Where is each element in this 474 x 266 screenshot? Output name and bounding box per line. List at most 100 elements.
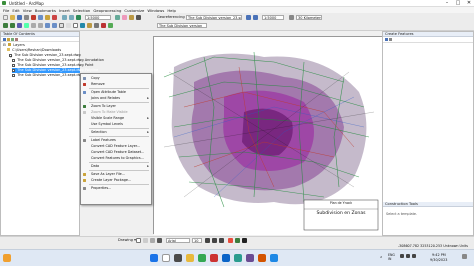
menu-bookmarks[interactable]: Bookmarks: [35, 8, 56, 13]
rotate-icon[interactable]: [143, 238, 148, 243]
menu-item-selection[interactable]: Selection ▸: [81, 130, 151, 135]
file-explorer-icon[interactable]: [186, 254, 194, 262]
map-scale-dropdown[interactable]: 1:5000: [85, 15, 111, 20]
text-icon[interactable]: [157, 238, 162, 243]
add-data-icon[interactable]: [76, 15, 81, 20]
volume-icon[interactable]: [406, 254, 410, 258]
underline-icon[interactable]: [219, 238, 224, 243]
drawing-menu-button[interactable]: Drawing ▾: [118, 238, 136, 242]
menu-item-create-layer-package[interactable]: Create Layer Package...: [81, 178, 151, 183]
menu-item-properties[interactable]: Properties...: [81, 186, 151, 191]
app-purple-icon[interactable]: [246, 254, 254, 262]
fill-color-icon[interactable]: [235, 238, 240, 243]
clear-selection-icon[interactable]: [66, 23, 71, 28]
georef-tool-icon[interactable]: [246, 15, 251, 20]
app-blue-icon[interactable]: [270, 254, 278, 262]
toolbox-icon[interactable]: [129, 15, 134, 20]
menu-item-data[interactable]: Data ▸: [81, 164, 151, 169]
font-color-icon[interactable]: [228, 238, 233, 243]
menu-item-visible-scale-range[interactable]: Visible Scale Range ▸: [81, 116, 151, 121]
list-by-visibility-icon[interactable]: [11, 37, 14, 41]
menu-edit[interactable]: Edit: [12, 8, 19, 13]
link-table-icon[interactable]: [289, 15, 294, 20]
battery-icon[interactable]: [412, 254, 416, 258]
menu-item-copy[interactable]: Copy: [81, 76, 151, 81]
menu-windows[interactable]: Windows: [147, 8, 164, 13]
new-icon[interactable]: [3, 15, 8, 20]
minimize-button[interactable]: –: [442, 0, 452, 7]
collapse-icon[interactable]: ⊟: [3, 43, 6, 47]
full-extent-icon[interactable]: [24, 23, 29, 28]
map-layout-view[interactable]: Plan de Ynock Subdivision en Zonas: [153, 36, 383, 235]
start-icon[interactable]: [150, 254, 158, 262]
pan-icon[interactable]: [17, 23, 22, 28]
menu-file[interactable]: File: [3, 8, 9, 13]
hyperlink-icon[interactable]: [101, 23, 106, 28]
font-dropdown[interactable]: Arial: [166, 238, 190, 243]
filter-icon[interactable]: [389, 38, 392, 41]
measure-icon[interactable]: [94, 23, 99, 28]
maximize-button[interactable]: □: [453, 0, 463, 7]
rectangle-icon[interactable]: [150, 238, 155, 243]
app-red-icon[interactable]: [210, 254, 218, 262]
italic-icon[interactable]: [212, 238, 217, 243]
widgets-icon[interactable]: [3, 254, 11, 262]
clock-time[interactable]: 9:42 PM: [432, 253, 446, 257]
menu-item-zoom-to-make-visible[interactable]: Zoom To Make Visible: [81, 110, 151, 115]
select-elements-icon[interactable]: [73, 23, 78, 28]
layer-visibility-checkbox[interactable]: [12, 73, 15, 77]
redo-icon[interactable]: [69, 15, 74, 20]
scale-dropdown[interactable]: 1:5000: [262, 15, 284, 20]
menu-item-convert-cad-layer[interactable]: Convert CAD Feature Layer...: [81, 144, 151, 149]
find-icon[interactable]: [87, 23, 92, 28]
identify-icon[interactable]: [80, 23, 85, 28]
menu-item-zoom-to-layer[interactable]: Zoom To Layer: [81, 104, 151, 109]
menu-insert[interactable]: Insert: [59, 8, 70, 13]
list-by-drawing-order-icon[interactable]: [3, 37, 6, 41]
print-icon[interactable]: [24, 15, 29, 20]
paste-icon[interactable]: [45, 15, 50, 20]
bold-icon[interactable]: [205, 238, 210, 243]
fixed-zoom-in-icon[interactable]: [31, 23, 36, 28]
menu-view[interactable]: View: [23, 8, 32, 13]
line-color-icon[interactable]: [242, 238, 247, 243]
language-indicator[interactable]: ENG IN: [388, 253, 395, 261]
search-icon[interactable]: [162, 254, 170, 262]
layer-visibility-checkbox[interactable]: [12, 68, 15, 72]
layer-dropdown-2[interactable]: The Sub Division version: [157, 23, 207, 28]
forward-extent-icon[interactable]: [52, 23, 57, 28]
layer-visibility-checkbox[interactable]: ✓: [9, 53, 13, 59]
wifi-icon[interactable]: [400, 254, 404, 258]
select-features-icon[interactable]: [59, 23, 64, 28]
python-icon[interactable]: [136, 15, 141, 20]
zoom-in-icon[interactable]: [3, 23, 8, 28]
task-view-icon[interactable]: [174, 254, 182, 262]
arcmap-taskbar-icon[interactable]: [234, 254, 242, 262]
back-extent-icon[interactable]: [45, 23, 50, 28]
menu-item-open-attribute-table[interactable]: Open Attribute Table: [81, 90, 151, 95]
copy-icon[interactable]: [38, 15, 43, 20]
georef-layer-dropdown[interactable]: The Sub Division version_23.sept: [186, 15, 242, 20]
georef-rotate-icon[interactable]: [253, 15, 258, 20]
menu-item-convert-cad-dataset[interactable]: Convert CAD Feature Dataset...: [81, 150, 151, 155]
menu-customize[interactable]: Customize: [124, 8, 144, 13]
open-icon[interactable]: [10, 15, 15, 20]
editor-icon[interactable]: [115, 15, 120, 20]
list-by-source-icon[interactable]: [7, 37, 10, 41]
zoom-out-icon[interactable]: [10, 23, 15, 28]
clock-date[interactable]: 9/30/2023: [430, 258, 447, 262]
units-dropdown[interactable]: 30 Kilometers: [296, 15, 322, 20]
menu-item-label-features[interactable]: Label Features: [81, 138, 151, 143]
menu-item-convert-features-graphics[interactable]: Convert Features to Graphics...: [81, 156, 151, 161]
list-by-selection-icon[interactable]: [15, 37, 18, 41]
fixed-zoom-out-icon[interactable]: [38, 23, 43, 28]
menu-item-use-symbol-levels[interactable]: Use Symbol Levels: [81, 122, 151, 127]
system-tray-chevron-icon[interactable]: ∧: [380, 255, 382, 259]
delete-icon[interactable]: [52, 15, 57, 20]
cut-icon[interactable]: [31, 15, 36, 20]
notifications-icon[interactable]: [462, 254, 467, 259]
layer-visibility-checkbox[interactable]: [12, 63, 15, 67]
close-button[interactable]: ✕: [464, 0, 474, 7]
save-icon[interactable]: [17, 15, 22, 20]
menu-item-remove[interactable]: Remove: [81, 82, 151, 87]
